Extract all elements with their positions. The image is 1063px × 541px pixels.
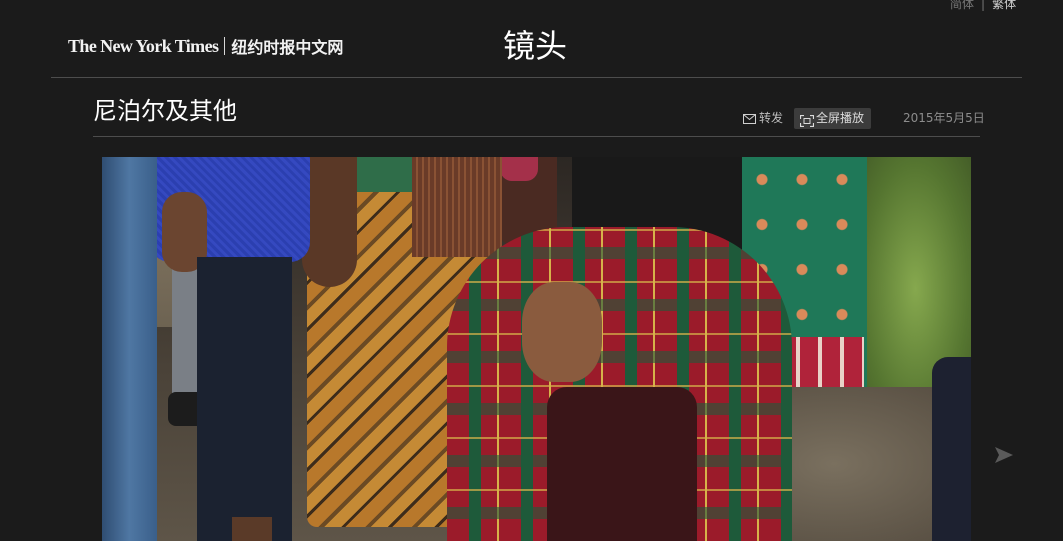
fullscreen-icon — [799, 112, 815, 131]
photo-face — [522, 282, 602, 382]
photo-inner-garment — [547, 387, 697, 541]
photo-dark-jeans — [197, 257, 292, 541]
photo-right-figure — [932, 357, 971, 541]
title-divider — [93, 136, 980, 137]
photo-arm — [302, 157, 357, 287]
publish-date: 2015年5月5日 — [903, 111, 985, 125]
photo-sandal — [232, 517, 272, 541]
logo-divider — [224, 37, 226, 55]
section-title[interactable]: 镜头 — [503, 28, 567, 64]
fullscreen-label: 全屏播放 — [816, 111, 865, 125]
photo-denim — [102, 157, 157, 541]
next-arrow-icon[interactable] — [994, 446, 1014, 464]
traditional-chinese-link[interactable]: 繁体 — [992, 0, 1016, 11]
gallery-photo — [102, 157, 971, 541]
share-button[interactable]: 转发 — [743, 110, 783, 126]
fullscreen-button[interactable]: 全屏播放 — [794, 108, 871, 129]
photo-turban — [500, 157, 538, 181]
share-label: 转发 — [759, 111, 784, 125]
simplified-chinese-link[interactable]: 简体 — [950, 0, 974, 11]
site-logo[interactable]: The New York Times 纽约时报中文网 — [68, 34, 343, 58]
language-separator: | — [981, 0, 986, 11]
photo-shawl-fringe — [412, 157, 502, 257]
gallery-title: 尼泊尔及其他 — [93, 97, 237, 125]
header-divider — [51, 77, 1022, 78]
logo-chinese: 纽约时报中文网 — [231, 38, 344, 57]
language-switch: 简体 | 繁体 — [950, 0, 1016, 11]
logo-english: The New York Times — [68, 35, 219, 56]
envelope-icon — [743, 109, 756, 128]
